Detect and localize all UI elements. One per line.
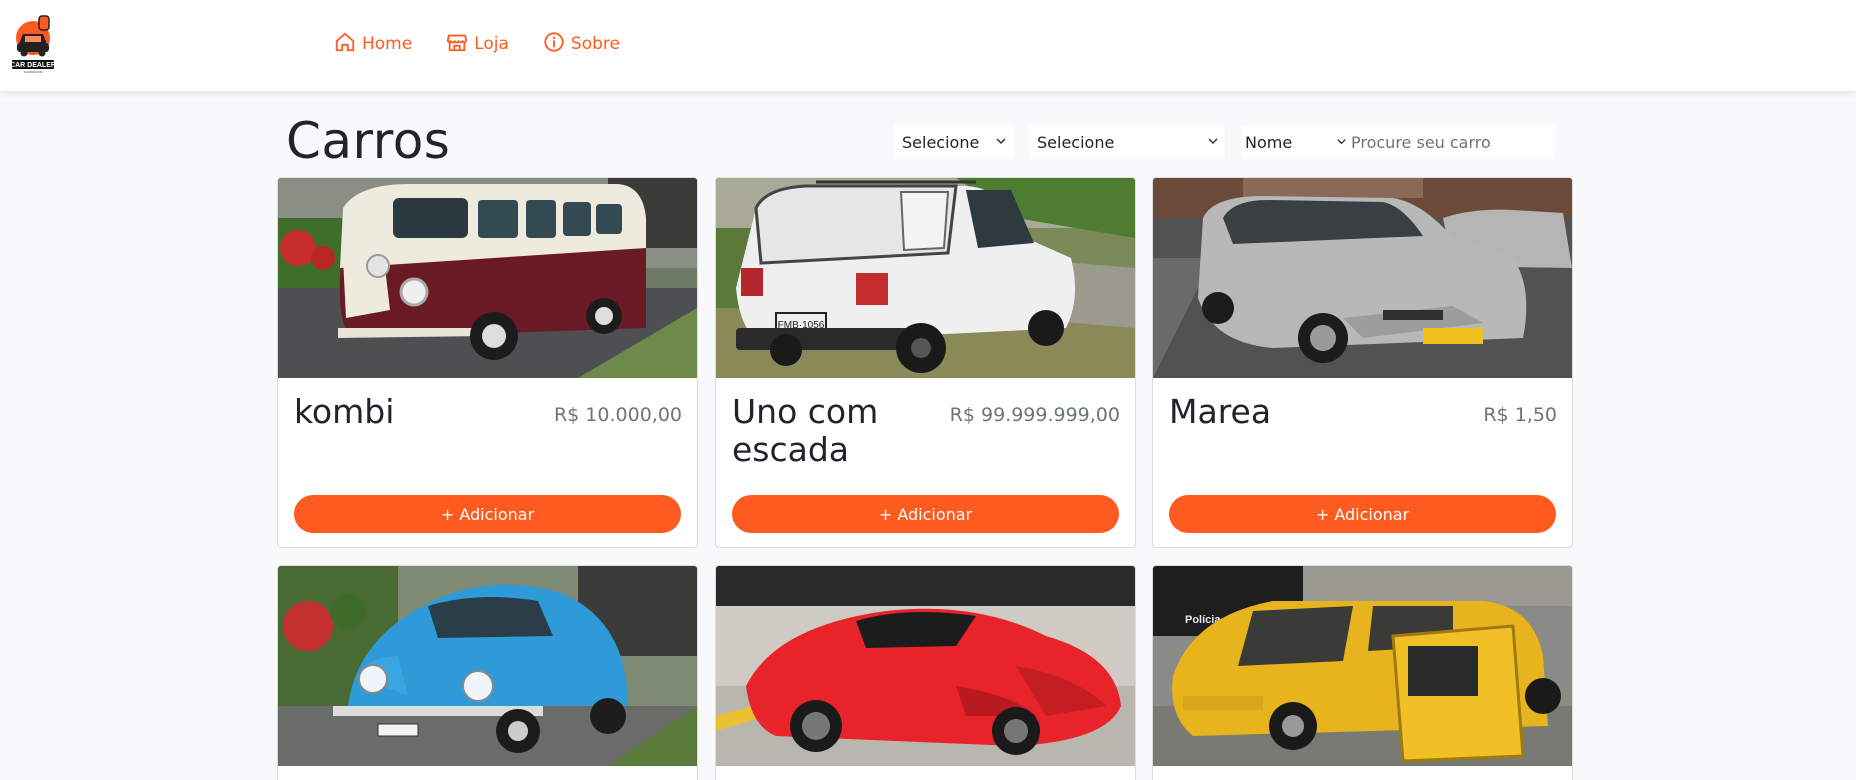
search-field-select[interactable]: Nome <box>1241 125 1351 159</box>
search-input[interactable] <box>1351 125 1555 159</box>
car-photo-fusca[interactable] <box>278 566 697 766</box>
nav-home[interactable]: Home <box>334 31 412 58</box>
category-select-value: Selecione <box>902 132 980 152</box>
car-name: Marea <box>1169 392 1272 431</box>
car-card <box>715 565 1136 780</box>
car-photo-kombi[interactable] <box>278 178 697 378</box>
logo-subtext: SHOWROOM <box>24 70 43 74</box>
store-icon <box>446 31 468 58</box>
nav-home-label: Home <box>362 34 413 54</box>
navbar: CAR DEALER SHOWROOM Home Loja Sobre <box>0 0 1856 92</box>
brand-select[interactable]: Selecione <box>1029 125 1225 159</box>
nav-sobre[interactable]: Sobre <box>543 31 620 58</box>
car-card: FMB·1056 Uno com escada R$ 99.999.999,00… <box>715 177 1136 548</box>
chevron-down-icon <box>996 138 1006 145</box>
add-to-cart-button[interactable]: + Adicionar <box>732 495 1119 533</box>
car-card: Polícia <box>1152 565 1573 780</box>
car-photo-ferrari[interactable] <box>716 566 1135 766</box>
search-group: Nome <box>1241 125 1555 159</box>
car-photo-uno[interactable]: FMB·1056 <box>716 178 1135 378</box>
search-field-value: Nome <box>1245 132 1293 152</box>
car-photo-brasilia[interactable]: Polícia <box>1153 566 1572 766</box>
car-price: R$ 1,50 <box>1483 404 1557 426</box>
car-name: kombi <box>294 392 395 431</box>
nav-loja-label: Loja <box>474 34 509 54</box>
car-photo-marea[interactable] <box>1153 178 1572 378</box>
category-select[interactable]: Selecione <box>894 125 1013 159</box>
info-icon <box>543 31 565 58</box>
car-card <box>277 565 698 780</box>
home-icon <box>334 31 356 58</box>
nav-sobre-label: Sobre <box>570 34 620 54</box>
logo-text: CAR DEALER <box>10 62 56 69</box>
car-name: Uno com escada <box>732 392 879 469</box>
car-price: R$ 10.000,00 <box>553 404 682 426</box>
car-card: Marea R$ 1,50 + Adicionar <box>1152 177 1573 548</box>
main-nav: Home Loja Sobre <box>334 30 620 58</box>
car-dealer-logo[interactable]: CAR DEALER SHOWROOM <box>10 12 56 74</box>
chevron-down-icon <box>1337 139 1346 145</box>
chevron-down-icon <box>1208 138 1218 145</box>
nav-loja[interactable]: Loja <box>446 31 509 58</box>
add-to-cart-button[interactable]: + Adicionar <box>294 495 681 533</box>
car-price: R$ 99.999.999,00 <box>949 404 1120 426</box>
car-card: kombi R$ 10.000,00 + Adicionar <box>277 177 698 548</box>
add-to-cart-button[interactable]: + Adicionar <box>1169 495 1556 533</box>
page-title: Carros <box>286 112 451 170</box>
brand-select-value: Selecione <box>1037 132 1115 152</box>
